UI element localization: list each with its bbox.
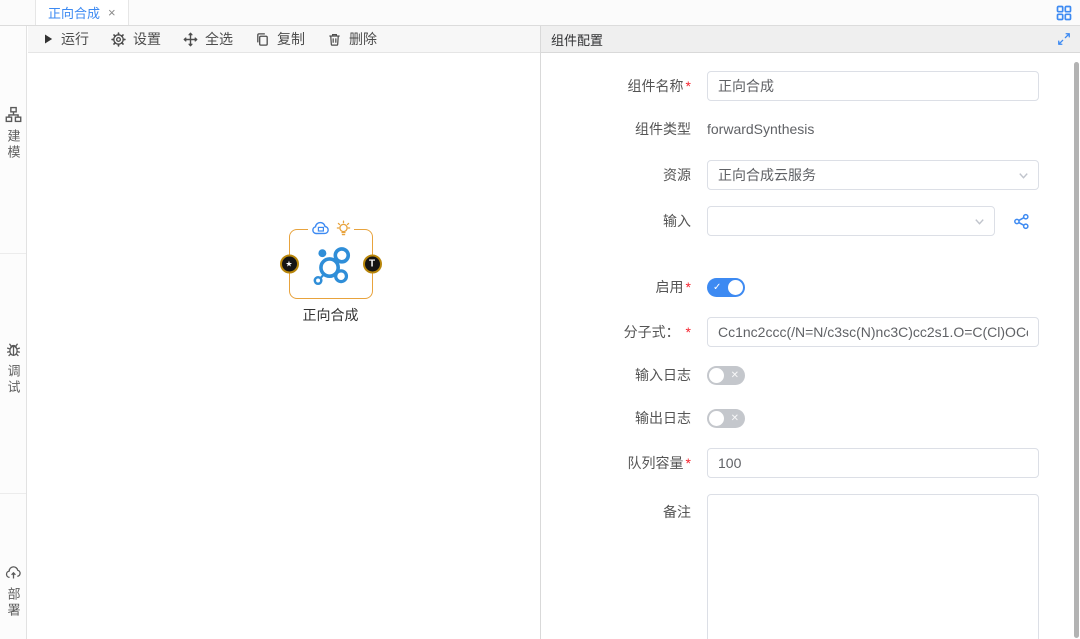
field-resource: 资源 正向合成云服务: [541, 160, 1061, 190]
field-input-log: 输入日志 ✕: [541, 365, 1061, 385]
panel-header: 组件配置: [541, 26, 1080, 53]
field-label: 启用: [656, 279, 684, 295]
toggle-knob: [709, 368, 724, 383]
toggle-knob: [709, 411, 724, 426]
field-label: 组件类型: [541, 119, 691, 139]
expand-icon[interactable]: [1057, 32, 1071, 46]
chevron-down-icon: [1017, 169, 1030, 182]
trash-icon: [327, 32, 342, 47]
settings-button[interactable]: 设置: [111, 29, 161, 49]
run-button[interactable]: 运行: [42, 29, 89, 49]
x-icon: ✕: [731, 366, 739, 385]
sidebar-divider: [0, 493, 26, 494]
enabled-toggle[interactable]: ✓: [707, 278, 745, 297]
node-box[interactable]: ★ T: [289, 229, 373, 299]
field-queue-capacity: 队列容量*: [541, 448, 1061, 478]
resource-select-value: 正向合成云服务: [718, 165, 816, 185]
field-component-type: 组件类型 forwardSynthesis: [541, 119, 1061, 139]
tab-close-icon[interactable]: ×: [108, 6, 116, 19]
select-all-icon: [183, 32, 198, 47]
lightbulb-icon: [336, 219, 351, 238]
required-asterisk: *: [686, 455, 691, 471]
sidebar-item-label: 建模: [4, 129, 23, 161]
sidebar-item-debug[interactable]: 调试: [0, 341, 26, 396]
sidebar-item-label: 调试: [4, 364, 23, 396]
canvas-toolbar: 运行 设置: [28, 26, 540, 53]
share-connections-icon[interactable]: [1013, 213, 1030, 230]
component-config-panel: 组件配置 组件名称* 组件类型 forwardSynthesis 资源 正: [540, 26, 1080, 639]
field-label: 资源: [541, 165, 691, 185]
field-label: 组件名称: [628, 78, 684, 94]
copy-icon: [255, 32, 270, 47]
node-input-port[interactable]: ★: [280, 255, 299, 274]
star-glyph: ★: [285, 260, 292, 269]
delete-label: 删除: [349, 29, 377, 49]
run-label: 运行: [61, 29, 89, 49]
output-log-toggle[interactable]: ✕: [707, 409, 745, 428]
tab-bar: 正向合成 ×: [0, 0, 1080, 26]
x-icon: ✕: [731, 409, 739, 428]
sitemap-icon: [5, 106, 22, 123]
delete-button[interactable]: 删除: [327, 29, 377, 49]
molecule-icon: [308, 241, 354, 287]
input-select[interactable]: [707, 206, 995, 236]
field-label: 输入: [541, 211, 691, 231]
settings-label: 设置: [133, 29, 161, 49]
check-icon: ✓: [713, 278, 721, 297]
editor-area: 运行 设置: [28, 26, 540, 639]
grid-apps-icon[interactable]: [1056, 5, 1072, 21]
copy-button[interactable]: 复制: [255, 29, 305, 49]
component-name-input[interactable]: [707, 71, 1039, 101]
bug-icon: [5, 341, 22, 358]
tab-forward-synthesis[interactable]: 正向合成 ×: [35, 0, 129, 25]
field-label: 输入日志: [541, 365, 691, 385]
field-enabled: 启用* ✓: [541, 277, 1061, 297]
select-all-label: 全选: [205, 29, 233, 49]
required-asterisk: *: [686, 324, 691, 340]
chevron-down-icon: [973, 215, 986, 228]
sidebar-item-modeling[interactable]: 建模: [0, 106, 26, 161]
remark-textarea[interactable]: [707, 494, 1039, 639]
play-icon: [42, 33, 54, 45]
gear-icon: [111, 32, 126, 47]
field-label: 备注: [541, 494, 691, 522]
sidebar-divider: [0, 253, 26, 254]
input-log-toggle[interactable]: ✕: [707, 366, 745, 385]
formula-input[interactable]: [707, 317, 1039, 347]
cloud-upload-icon: [5, 564, 22, 581]
panel-title: 组件配置: [551, 30, 603, 49]
cloud-service-icon: [311, 221, 331, 236]
resource-select[interactable]: 正向合成云服务: [707, 160, 1039, 190]
panel-scrollbar[interactable]: [1074, 62, 1079, 638]
tab-label: 正向合成: [48, 3, 100, 22]
copy-label: 复制: [277, 29, 305, 49]
select-all-button[interactable]: 全选: [183, 29, 233, 49]
field-input: 输入: [541, 206, 1061, 236]
field-component-name: 组件名称*: [541, 71, 1061, 101]
workflow-canvas[interactable]: ★ T 正向合成: [28, 53, 540, 639]
t-glyph: T: [369, 259, 375, 270]
sidebar-item-deploy[interactable]: 部署: [0, 564, 26, 619]
field-remark: 备注: [541, 494, 1061, 639]
node-label: 正向合成: [273, 305, 388, 325]
field-label: 队列容量: [628, 455, 684, 471]
field-label: 输出日志: [541, 408, 691, 428]
left-sidebar: 建模 调试 部署: [0, 26, 27, 639]
field-label: 分子式：: [624, 324, 680, 340]
node-output-port[interactable]: T: [363, 255, 382, 274]
field-output-log: 输出日志 ✕: [541, 408, 1061, 428]
required-asterisk: *: [686, 279, 691, 295]
node-badges: [308, 219, 354, 238]
sidebar-item-label: 部署: [4, 587, 23, 619]
app-window: 正向合成 × 建模: [0, 0, 1080, 639]
toggle-knob: [728, 280, 743, 295]
workflow-node[interactable]: ★ T 正向合成: [273, 229, 388, 325]
field-formula: 分子式： *: [541, 317, 1061, 347]
queue-capacity-input[interactable]: [707, 448, 1039, 478]
required-asterisk: *: [686, 78, 691, 94]
panel-body: 组件名称* 组件类型 forwardSynthesis 资源 正向合成云服务 输…: [541, 53, 1080, 639]
component-type-value: forwardSynthesis: [707, 121, 814, 137]
